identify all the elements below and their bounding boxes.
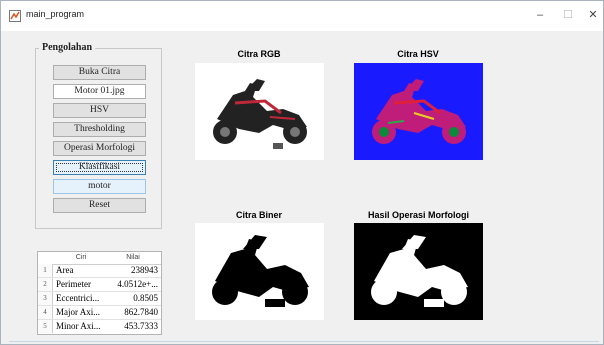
bottom-divider <box>9 341 599 342</box>
morphology-image <box>354 223 483 320</box>
citra-hsv-title: Citra HSV <box>397 49 439 59</box>
title-bar: main_program – ☐ ✕ <box>1 1 603 31</box>
maximize-button[interactable]: ☐ <box>555 5 581 25</box>
table-row[interactable]: 2 Perimeter 4.0512e+... <box>38 278 161 292</box>
table-cell-nilai: 0.8505 <box>133 293 158 303</box>
table-row[interactable]: 5 Minor Axi... 453.7333 <box>38 320 161 333</box>
binary-image <box>195 223 324 320</box>
buka-citra-button[interactable]: Buka Citra <box>53 65 146 80</box>
operasi-morfologi-button[interactable]: Operasi Morfologi <box>53 141 146 156</box>
table-row[interactable]: 1 Area 238943 <box>38 264 161 278</box>
table-cell-ciri: Eccentrici... <box>56 293 100 303</box>
classification-result-field: motor <box>53 179 146 194</box>
column-header-ciri: Ciri <box>75 254 87 261</box>
panel-title: Pengolahan <box>39 42 96 53</box>
klasifikasi-button[interactable]: Klasifikasi <box>53 160 146 175</box>
rgb-image <box>195 63 324 160</box>
table-cell-ciri: Perimeter <box>56 279 91 289</box>
hsv-button[interactable]: HSV <box>53 103 146 118</box>
app-window: main_program – ☐ ✕ Pengolahan Buka Citra… <box>0 0 604 345</box>
citra-biner-title: Citra Biner <box>235 210 282 220</box>
citra-rgb-title: Citra RGB <box>237 49 281 59</box>
close-button[interactable]: ✕ <box>580 5 604 25</box>
table-cell-ciri: Major Axi... <box>56 307 100 317</box>
matlab-app-icon <box>9 10 21 22</box>
reset-button[interactable]: Reset <box>53 198 146 213</box>
row-number: 2 <box>38 278 53 291</box>
table-cell-nilai: 4.0512e+... <box>117 279 158 289</box>
row-number: 3 <box>38 292 53 305</box>
column-header-nilai: Nilai <box>126 254 140 261</box>
hasil-morfologi-title: Hasil Operasi Morfologi <box>367 210 470 220</box>
minimize-button[interactable]: – <box>527 5 553 25</box>
window-title: main_program <box>26 9 85 19</box>
thresholding-button[interactable]: Thresholding <box>53 122 146 137</box>
table-row[interactable]: 3 Eccentrici... 0.8505 <box>38 292 161 306</box>
table-cell-nilai: 453.7333 <box>124 321 158 331</box>
table-cell-nilai: 238943 <box>131 265 158 275</box>
hsv-image <box>354 63 483 160</box>
row-number: 5 <box>38 320 53 333</box>
filename-field: Motor 01.jpg <box>53 84 146 99</box>
table-cell-ciri: Minor Axi... <box>56 321 101 331</box>
table-cell-nilai: 862.7840 <box>124 307 158 317</box>
row-number: 4 <box>38 306 53 319</box>
feature-table[interactable]: Ciri Nilai 1 Area 238943 2 Perimeter 4.0… <box>37 251 162 335</box>
row-number: 1 <box>38 264 53 277</box>
table-row[interactable]: 4 Major Axi... 862.7840 <box>38 306 161 320</box>
table-cell-ciri: Area <box>56 265 74 275</box>
